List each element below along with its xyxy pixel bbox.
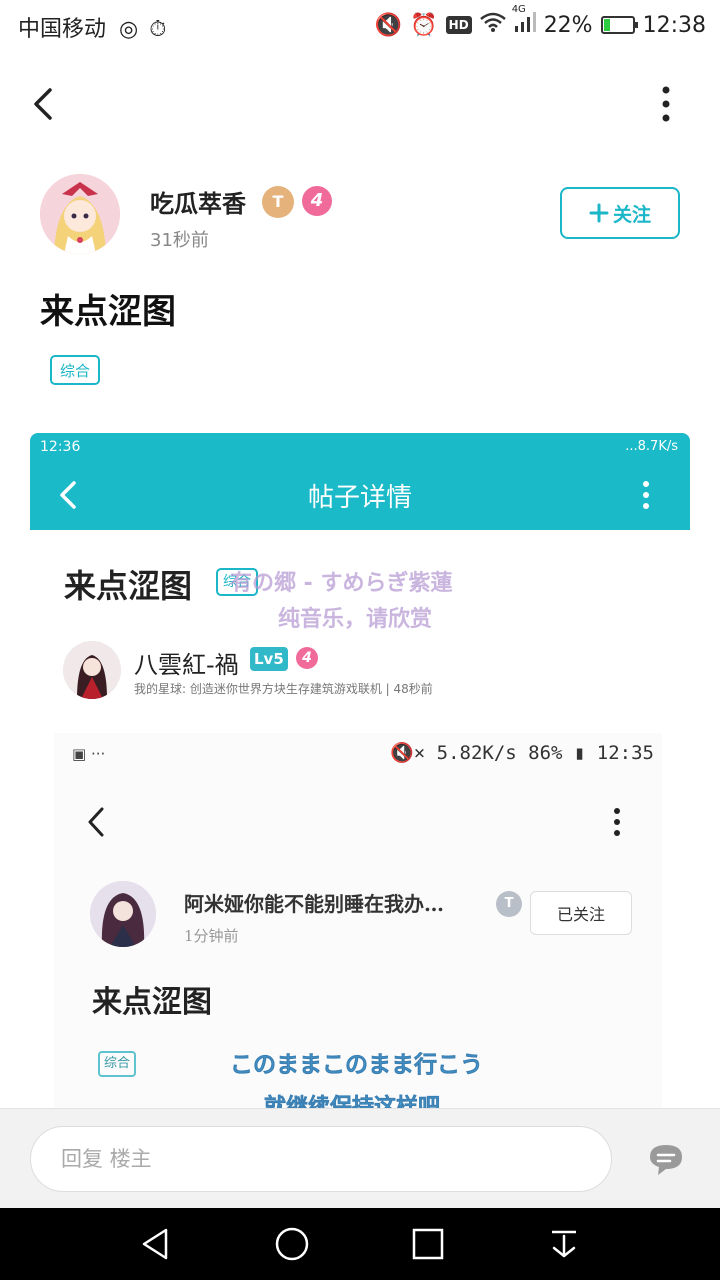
author-avatar[interactable]: [40, 174, 120, 254]
alarm-icon: ⏰: [410, 12, 438, 38]
embedded-post-title: 来点涩图: [64, 567, 193, 605]
post-time: 31秒前: [150, 230, 209, 251]
network-type: 4G: [511, 4, 526, 15]
system-nav-bar: [0, 1208, 720, 1280]
signal-icon: 4G: [512, 4, 536, 38]
plus-icon: [589, 203, 609, 223]
battery-percent: 22%: [543, 12, 593, 38]
embedded-header-title: 帖子详情: [307, 483, 412, 513]
embedded-status-right: ...8.7K/s: [625, 439, 678, 454]
comment-button[interactable]: [646, 1139, 686, 1179]
author-name[interactable]: 吃瓜萃香: [150, 184, 246, 219]
triangle-back-icon: [142, 1228, 168, 1260]
status-icons: 🔇 ⏰ HD 4G 22% 12:38: [374, 4, 706, 42]
overlay-lyric-line-2: 纯音乐，请欣赏: [278, 607, 433, 632]
post-title: 来点涩图: [40, 292, 176, 332]
nested-author-name: 阿米娅你能不能别睡在我办…: [184, 892, 444, 916]
clock: 12:38: [642, 12, 706, 38]
embedded-author-name: 八雲紅-禍: [134, 651, 239, 679]
title-badge: T: [262, 186, 294, 218]
avatar-image: [40, 174, 120, 254]
overlay-lyric-line-1: 有の郷 - すめらぎ紫蓮: [230, 571, 453, 596]
nested-followed-button: 已关注: [530, 891, 632, 935]
notification-icon: ◎: [119, 17, 139, 42]
lyric-japanese: このままこのまま行こう: [230, 1052, 484, 1079]
back-button[interactable]: [26, 82, 66, 126]
nested-tag: 综合: [98, 1051, 137, 1077]
nested-title-badge: T: [496, 891, 522, 917]
pull-down-icon: [552, 1230, 576, 1258]
system-home-button[interactable]: [270, 1222, 314, 1266]
timer-icon: ⏱: [149, 17, 167, 42]
carrier-label: 中国移动 ◎ ⏱: [18, 11, 166, 43]
mute-icon: 🔇: [374, 12, 403, 38]
circle-home-icon: [275, 1227, 309, 1261]
comment-icon: [650, 1145, 682, 1175]
carrier-text: 中国移动: [18, 17, 107, 42]
system-recents-button[interactable]: [406, 1222, 450, 1266]
lyric-chinese: 就继续保持这样吧: [264, 1095, 441, 1108]
battery-icon: [600, 16, 638, 34]
reply-input[interactable]: 回复 楼主: [30, 1126, 612, 1192]
status-bar: 中国移动 ◎ ⏱ 🔇 ⏰ HD 4G 22% 12:38: [0, 0, 720, 50]
nested-author-avatar: [90, 881, 156, 947]
embedded-number-badge: 4: [296, 647, 318, 669]
chevron-left-icon: [34, 88, 52, 120]
embedded-level-badge: Lv5: [250, 647, 288, 671]
nested-more-icon: [614, 808, 620, 836]
post-image[interactable]: 12:36 ...8.7K/s 帖子详情 来点涩图 综合 有の郷 - すめらぎ紫…: [30, 433, 690, 1108]
embedded-meta: 我的星球: 创造迷你世界方块生存建筑游戏联机 | 48秒前: [134, 682, 433, 696]
nested-status-right: 🔇× 5.82K/s 86% ▮ 12:35: [390, 742, 654, 764]
embedded-header: 12:36 ...8.7K/s 帖子详情: [30, 433, 690, 530]
follow-label: 关注: [612, 203, 651, 226]
nested-post-title: 来点涩图: [92, 985, 212, 1020]
reply-bar: 回复 楼主: [0, 1108, 720, 1209]
nested-status-left: ▣ ···: [72, 745, 106, 763]
battery-fill: [603, 19, 611, 31]
embedded-more-icon: [643, 481, 649, 509]
more-vertical-icon: [662, 86, 670, 122]
level-badge: 4: [302, 186, 332, 216]
hd-icon: HD: [445, 16, 472, 34]
system-back-button[interactable]: [134, 1222, 178, 1266]
more-options-button[interactable]: [650, 82, 682, 126]
embedded-status-time: 12:36: [40, 439, 81, 455]
nested-post-time: 1分钟前: [184, 927, 239, 945]
square-recents-icon: [412, 1228, 444, 1260]
wifi-icon: [479, 12, 506, 38]
embedded-author-avatar: [63, 641, 121, 699]
follow-button[interactable]: 关注: [560, 187, 680, 239]
post-tag[interactable]: 综合: [50, 355, 101, 385]
system-notification-button[interactable]: [542, 1222, 586, 1266]
nested-back-icon: [88, 807, 104, 837]
